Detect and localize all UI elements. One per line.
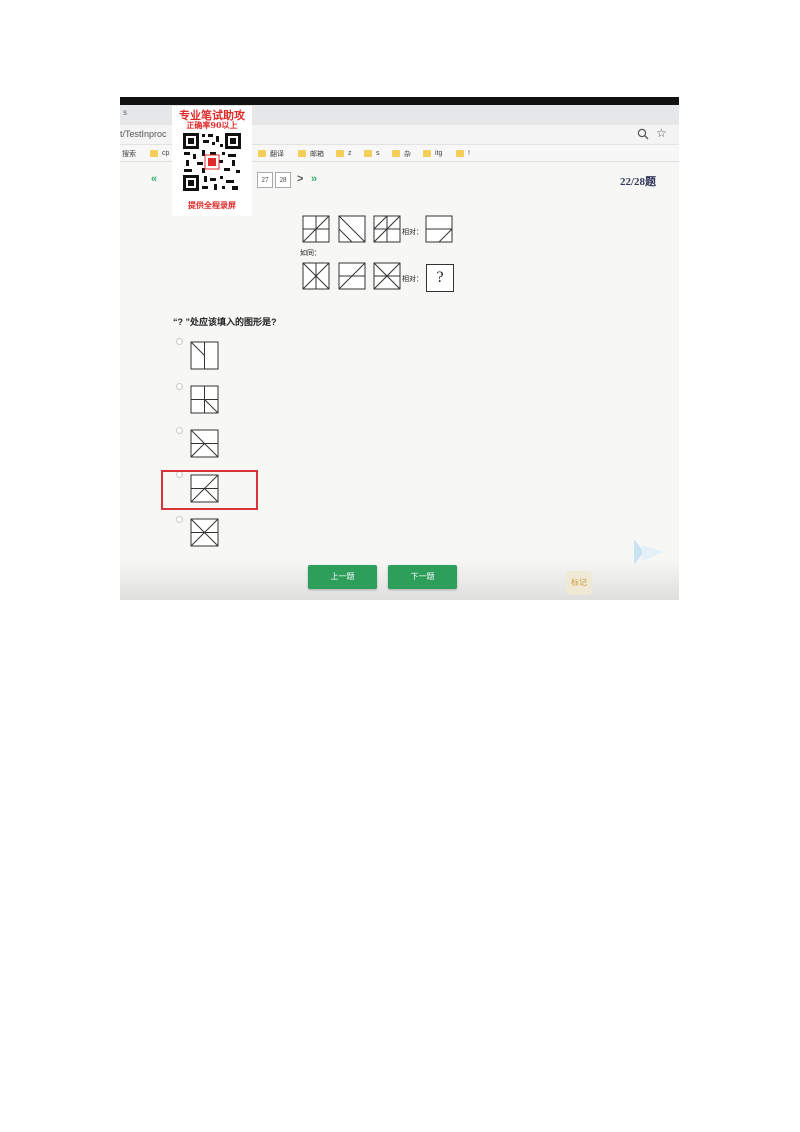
folder-icon [456, 150, 464, 157]
answer-highlight-box [161, 470, 258, 510]
label-as: 如同： [300, 250, 321, 257]
next-question-button[interactable]: 下一题 [388, 565, 457, 589]
bookmark-misc[interactable]: 杂 [392, 148, 411, 159]
folder-icon [298, 150, 306, 157]
label-match-2: 相对： [402, 276, 423, 283]
folder-icon [392, 150, 400, 157]
last-page-icon[interactable]: » [311, 173, 317, 185]
folder-icon [423, 150, 431, 157]
option-a-radio[interactable] [176, 338, 183, 345]
url-text[interactable]: t/TestInproc [120, 129, 167, 139]
question-prompt: “? ”处应该填入的图形是? [173, 317, 277, 327]
unknown-figure: ? [426, 264, 454, 292]
watermark-line-3: 提供全程录屏 [188, 200, 236, 210]
next-page-icon[interactable]: > [297, 173, 303, 185]
option-b-figure[interactable] [190, 385, 219, 414]
figure-row1-result [425, 215, 453, 243]
watermark-ad: 专业笔试助攻 正确率90以上 提供全程录屏 [172, 106, 252, 216]
prev-question-button[interactable]: 上一题 [308, 565, 377, 589]
label-match-1: 相对： [402, 229, 423, 236]
figure-row2-2 [338, 262, 366, 290]
bookmark-s[interactable]: s [364, 148, 380, 159]
star-icon[interactable]: ☆ [656, 126, 667, 140]
option-c-radio[interactable] [176, 427, 183, 434]
question-counter: 22/28题 [620, 176, 657, 188]
qr-code-image [182, 132, 242, 192]
mark-button[interactable]: 标记 [566, 571, 592, 595]
page-28-button[interactable]: 28 [275, 172, 291, 188]
folder-icon [150, 150, 158, 157]
bookmark-search[interactable]: 搜索 [122, 148, 136, 159]
option-a-figure[interactable] [190, 341, 219, 370]
figure-row2-3 [373, 262, 401, 290]
figure-row1-1 [302, 215, 330, 243]
zoom-icon[interactable] [636, 127, 650, 141]
bookmark-mail[interactable]: 邮箱 [298, 148, 324, 159]
figure-row2-1 [302, 262, 330, 290]
folder-icon [336, 150, 344, 157]
bookmark-itg[interactable]: itg [423, 148, 442, 159]
window-top-edge [120, 97, 679, 105]
figure-row1-2 [338, 215, 366, 243]
figure-row1-3 [373, 215, 401, 243]
option-e-figure[interactable] [190, 518, 219, 547]
option-e-radio[interactable] [176, 516, 183, 523]
screenshot-frame: s t/TestInproc ☆ 搜索 cp 翻译 邮箱 z s 杂 itg !… [120, 97, 679, 600]
folder-icon [258, 150, 266, 157]
option-c-figure[interactable] [190, 429, 219, 458]
bookmark-z[interactable]: z [336, 148, 352, 159]
bookmark-cp[interactable]: cp [150, 148, 169, 159]
bookmark-exclaim[interactable]: ! [456, 148, 470, 159]
first-page-icon[interactable]: « [151, 173, 157, 185]
option-b-radio[interactable] [176, 383, 183, 390]
watermark-line-2: 正确率90以上 [186, 120, 238, 130]
player-logo-icon [634, 539, 664, 565]
folder-icon [364, 150, 372, 157]
bookmark-translate[interactable]: 翻译 [258, 148, 284, 159]
tab-title[interactable]: s [123, 108, 127, 117]
page-27-button[interactable]: 27 [257, 172, 273, 188]
